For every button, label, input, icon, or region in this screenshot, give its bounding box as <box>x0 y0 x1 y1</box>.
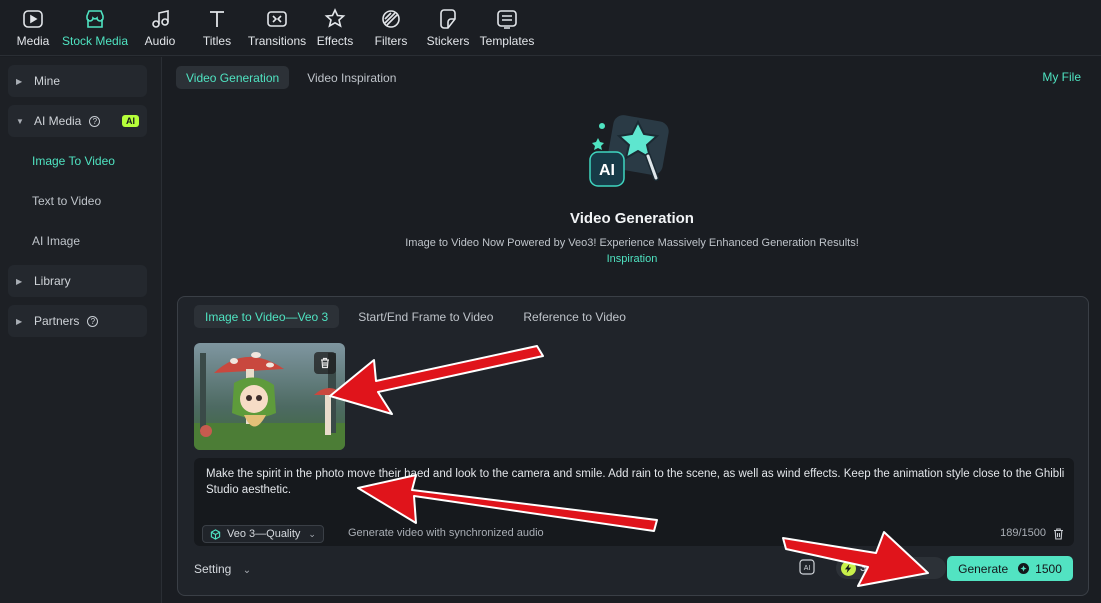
generate-cost: 1500 <box>1035 561 1062 576</box>
help-icon[interactable]: ? <box>87 315 99 327</box>
sidebar-item-ai-media[interactable]: ▼ AI Media ? AI <box>8 105 147 137</box>
sidebar-item-label: Library <box>34 274 71 288</box>
toolbar-effects[interactable]: Effects <box>310 0 360 55</box>
audio-note: Generate video with synchronized audio <box>348 527 544 539</box>
toolbar-templates[interactable]: Templates <box>474 0 540 55</box>
sidebar-item-library[interactable]: ▶ Library <box>8 265 147 297</box>
setting-dropdown[interactable]: Setting ⌄ <box>194 562 251 576</box>
generate-button[interactable]: Generate 1500 <box>947 556 1073 581</box>
hero-subtitle: Image to Video Now Powered by Veo3! Expe… <box>405 237 859 249</box>
credit-coin-icon <box>1018 563 1030 574</box>
sidebar-item-label: AI Media <box>34 114 82 128</box>
toolbar-label: Templates <box>479 34 535 48</box>
model-select[interactable]: Veo 3—Quality ⌄ <box>202 525 324 543</box>
toolbar-media[interactable]: Media <box>6 0 60 55</box>
toolbar-stickers[interactable]: Stickers <box>422 0 474 55</box>
caret-right-icon: ▶ <box>16 276 23 286</box>
prompt-text[interactable]: Make the spirit in the photo move their … <box>206 466 1066 498</box>
tab-video-inspiration[interactable]: Video Inspiration <box>297 66 406 89</box>
lightning-icon <box>841 560 856 576</box>
generation-panel: Image to Video—Veo 3 Start/End Frame to … <box>177 296 1089 596</box>
ai-magic-wand-icon: AI <box>586 112 670 192</box>
page-title: Video Generation <box>570 210 694 227</box>
toolbar-label: Titles <box>202 34 232 48</box>
toolbar-audio[interactable]: Audio <box>130 0 190 55</box>
tab-video-generation[interactable]: Video Generation <box>176 66 290 89</box>
caret-right-icon: ▶ <box>16 316 23 326</box>
clear-prompt-trash-icon[interactable] <box>1053 528 1064 540</box>
filters-icon <box>380 8 402 30</box>
templates-icon <box>496 8 518 30</box>
prompt-textarea[interactable]: Make the spirit in the photo move their … <box>194 458 1074 546</box>
effects-icon <box>324 8 346 30</box>
toolbar-label: Effects <box>316 34 354 48</box>
toolbar-transitions[interactable]: Transitions <box>244 0 310 55</box>
tab-start-end-frame[interactable]: Start/End Frame to Video <box>347 305 504 328</box>
main-area: Video Generation Video Inspiration My Fi… <box>163 57 1101 603</box>
stickers-icon <box>437 8 459 30</box>
cube-icon <box>210 528 221 540</box>
toolbar-label: Audio <box>144 34 176 48</box>
text-t-icon <box>206 8 228 30</box>
chevron-down-icon: ⌄ <box>308 528 316 539</box>
music-note-icon <box>149 8 171 30</box>
mode-tabs: Image to Video—Veo 3 Start/End Frame to … <box>194 305 637 328</box>
caret-down-icon: ▼ <box>16 116 24 126</box>
transitions-icon <box>266 8 288 30</box>
character-counter: 189/1500 <box>1000 527 1046 539</box>
toolbar-filters[interactable]: Filters <box>360 0 422 55</box>
help-icon[interactable]: ? <box>89 115 101 127</box>
toolbar-label: Filters <box>374 34 408 48</box>
media-icon <box>22 8 44 30</box>
svg-text:AI: AI <box>804 565 811 572</box>
top-toolbar: Media Stock Media Audio Titles Transitio… <box>0 0 1101 56</box>
toolbar-label: Media <box>16 34 50 48</box>
sidebar-item-partners[interactable]: ▶ Partners ? <box>8 305 147 337</box>
sidebar-item-image-to-video[interactable]: Image To Video <box>8 145 147 177</box>
hero-ai-label: AI <box>599 162 615 179</box>
ai-badge: AI <box>122 115 139 127</box>
setting-label: Setting <box>194 562 232 576</box>
chevron-down-icon: ⌄ <box>242 565 252 576</box>
toolbar-label: Stickers <box>426 34 470 48</box>
model-select-value: Veo 3—Quality <box>227 528 301 540</box>
remove-image-trash-icon[interactable] <box>314 352 336 374</box>
credits-value: 3 <box>860 562 867 574</box>
stock-media-icon <box>84 8 106 30</box>
toolbar-label: Transitions <box>247 34 307 48</box>
sidebar-item-ai-image[interactable]: AI Image <box>8 225 147 257</box>
main-tabs: Video Generation Video Inspiration <box>176 66 406 89</box>
toolbar-stock-media[interactable]: Stock Media <box>60 0 130 55</box>
toolbar-label: Stock Media <box>61 34 129 48</box>
tab-image-to-video-veo3[interactable]: Image to Video—Veo 3 <box>194 305 340 328</box>
sidebar-item-label: Mine <box>34 74 61 88</box>
my-file-link[interactable]: My File <box>1042 70 1081 84</box>
tab-reference-to-video[interactable]: Reference to Video <box>512 305 637 328</box>
credits-balance: 3 <box>836 557 946 579</box>
toolbar-titles[interactable]: Titles <box>190 0 244 55</box>
sidebar: ▶ Mine ▼ AI Media ? AI Image To Video Te… <box>0 57 162 603</box>
inspiration-link[interactable]: Inspiration <box>163 253 1101 265</box>
sidebar-item-label: Partners <box>34 314 80 328</box>
caret-right-icon: ▶ <box>16 76 23 86</box>
sidebar-item-text-to-video[interactable]: Text to Video <box>8 185 147 217</box>
generate-label: Generate <box>958 561 1009 576</box>
ai-assist-icon[interactable]: AI <box>798 558 816 576</box>
sidebar-item-mine[interactable]: ▶ Mine <box>8 65 147 97</box>
